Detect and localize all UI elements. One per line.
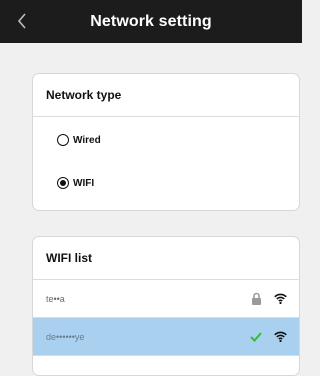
wifi-network-name: de••••••ye [46, 331, 85, 342]
wifi-network-name: te••a [46, 293, 65, 304]
network-type-title: Network type [33, 74, 299, 117]
wifi-network-row[interactable]: te••a [33, 280, 299, 318]
network-type-card: Network type Wired WIFI [32, 73, 300, 211]
radio-label-wifi: WIFI [73, 177, 95, 189]
wifi-signal-icon [274, 293, 287, 304]
radio-selected-dot [60, 180, 66, 186]
wifi-list-card: WIFI list te••a de••••••ye [32, 236, 300, 376]
checkmark-icon [250, 331, 262, 342]
radio-label-wired: Wired [73, 134, 101, 146]
radio-button-wired[interactable] [57, 134, 69, 146]
radio-button-wifi[interactable] [57, 177, 69, 189]
app-header: Network setting [0, 0, 302, 43]
chevron-left-icon [17, 13, 26, 29]
radio-option-wired[interactable]: Wired [33, 119, 299, 161]
page-title: Network setting [90, 12, 212, 30]
back-button[interactable] [12, 9, 32, 33]
wifi-list-title: WIFI list [33, 237, 299, 280]
radio-option-wifi[interactable]: WIFI [33, 162, 299, 204]
wifi-network-row[interactable]: de••••••ye [33, 318, 299, 356]
wifi-signal-icon [274, 331, 287, 342]
lock-icon [251, 292, 262, 305]
